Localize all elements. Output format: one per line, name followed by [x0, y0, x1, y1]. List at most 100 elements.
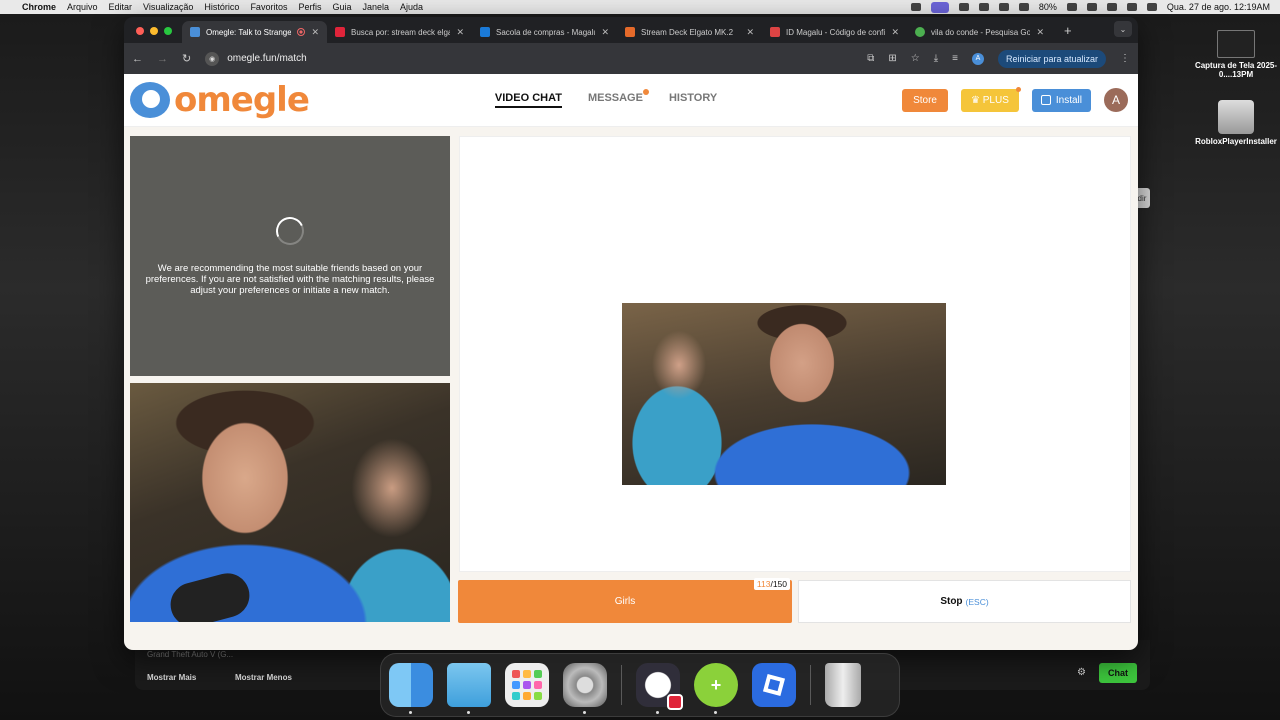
close-tab-icon[interactable]: ✕ [746, 27, 754, 38]
desktop-file-screenshot[interactable]: Captura de Tela 2025-0....13PM [1191, 30, 1280, 79]
plus-button[interactable]: ♛ PLUS [961, 86, 1021, 112]
close-tab-icon[interactable]: ✕ [456, 27, 464, 38]
wifi-icon[interactable] [1086, 3, 1097, 11]
menubar-clock[interactable]: Qua. 27 de ago. 12:19AM [1167, 2, 1270, 12]
siri-icon[interactable] [1146, 3, 1157, 11]
store-button[interactable]: Store [902, 88, 948, 112]
install-button[interactable]: Install [1031, 88, 1091, 112]
tab-omegle[interactable]: Omegle: Talk to Strangers ✕ [182, 21, 327, 43]
nav-history[interactable]: HISTORY [669, 92, 717, 108]
close-tab-icon[interactable]: ✕ [1036, 27, 1044, 38]
menu-item-editar[interactable]: Editar [109, 2, 133, 12]
kebab-menu-icon[interactable]: ⋮ [1120, 53, 1130, 64]
show-less-button[interactable]: Mostrar Menos [235, 673, 292, 682]
gear-icon[interactable]: ⚙ [1077, 667, 1086, 678]
back-arrow-icon[interactable]: ← [132, 53, 143, 65]
tab-sacola[interactable]: Sacola de compras - Magalu ✕ [472, 21, 617, 43]
address-bar[interactable]: ◉ omegle.fun/match [205, 51, 853, 66]
disk-image-icon [1218, 100, 1254, 134]
finder-icon[interactable] [389, 663, 433, 714]
close-tab-icon[interactable]: ✕ [601, 27, 609, 38]
cloud-upload-icon[interactable]: + [694, 663, 738, 714]
game-row[interactable]: Grand Theft Auto V (G... [147, 650, 233, 659]
match-girls-button[interactable]: Girls 113/150 [458, 578, 792, 623]
dock-separator [621, 665, 622, 705]
play-icon[interactable] [1018, 3, 1029, 11]
chat-button[interactable]: Chat [1099, 663, 1137, 683]
fullscreen-window-button[interactable] [164, 27, 172, 35]
window-controls [136, 27, 172, 35]
new-tab-button[interactable]: + [1064, 23, 1072, 38]
install-app-icon[interactable]: ⧉ [867, 53, 874, 64]
page-content: omegle VIDEO CHAT MESSAGE HISTORY Store … [124, 74, 1138, 650]
tab-title: vila do conde - Pesquisa Google [931, 27, 1031, 37]
tab-busca[interactable]: Busca por: stream deck elgato ✕ [327, 21, 472, 43]
dock-separator [810, 665, 811, 705]
desktop-file-roblox-installer[interactable]: RobloxPlayerInstaller [1191, 100, 1280, 146]
main-nav: VIDEO CHAT MESSAGE HISTORY [494, 89, 717, 108]
launchpad-icon[interactable] [505, 663, 549, 707]
search-icon[interactable] [1106, 3, 1117, 11]
reload-icon[interactable]: ↻ [182, 52, 191, 65]
menu-item-perfis[interactable]: Perfis [298, 2, 321, 12]
install-label: Install [1055, 94, 1082, 106]
download-icon[interactable]: ⤓ [934, 53, 938, 64]
menu-item-arquivo[interactable]: Arquivo [67, 2, 98, 12]
bookmark-star-icon[interactable]: ☆ [911, 53, 920, 64]
menu-item-ajuda[interactable]: Ajuda [400, 2, 423, 12]
control-center-icon[interactable] [1126, 3, 1137, 11]
screen-mirror-icon[interactable] [930, 1, 949, 13]
trash-icon[interactable] [825, 663, 861, 707]
url-text[interactable]: omegle.fun/match [227, 53, 307, 64]
matching-message: We are recommending the most suitable fr… [145, 262, 435, 296]
nav-message[interactable]: MESSAGE [588, 89, 649, 108]
menu-app-name[interactable]: Chrome [22, 2, 56, 12]
tab-title: Sacola de compras - Magalu [496, 27, 596, 37]
system-settings-icon[interactable] [563, 663, 607, 714]
restart-update-button[interactable]: Reiniciar para atualizar [997, 49, 1106, 68]
menu-item-favoritos[interactable]: Favoritos [250, 2, 287, 12]
status-extension-icon[interactable] [910, 3, 921, 11]
airpods-icon[interactable] [998, 3, 1009, 11]
tab-title: Stream Deck Elgato MK.2 [641, 27, 734, 37]
omegle-logo[interactable]: omegle [130, 80, 310, 120]
tab-stream-deck[interactable]: Stream Deck Elgato MK.2 ✕ [617, 21, 762, 43]
tab-id-magalu[interactable]: ID Magalu - Código de confirmação ✕ [762, 21, 907, 43]
show-more-button[interactable]: Mostrar Mais [147, 673, 196, 682]
stop-button[interactable]: Stop (ESC) [798, 580, 1131, 623]
battery-percent[interactable]: 80% [1039, 2, 1057, 12]
counter-used: 113 [756, 579, 771, 589]
partner-camera-video [622, 303, 946, 485]
obs-icon[interactable] [636, 663, 683, 714]
menu-item-guia[interactable]: Guia [332, 2, 351, 12]
user-avatar[interactable]: A [1104, 88, 1128, 112]
folder-icon[interactable] [447, 663, 491, 714]
cloud-icon[interactable] [958, 3, 969, 11]
gamepad-icon[interactable] [978, 3, 989, 11]
translate-icon[interactable]: ⊞ [888, 53, 896, 64]
stop-shortcut: (ESC) [965, 596, 989, 607]
self-camera-video [130, 383, 450, 622]
tab-google-search[interactable]: vila do conde - Pesquisa Google ✕ [907, 21, 1052, 43]
roblox-icon[interactable] [752, 663, 796, 707]
media-controls-icon[interactable]: ≡ [952, 53, 958, 64]
menu-item-janela[interactable]: Janela [362, 2, 389, 12]
site-info-icon[interactable]: ◉ [205, 51, 220, 66]
close-window-button[interactable] [136, 27, 144, 35]
close-tab-icon[interactable]: ✕ [891, 27, 899, 38]
menu-item-historico[interactable]: Histórico [204, 2, 239, 12]
battery-icon[interactable] [1066, 3, 1077, 11]
nav-video-chat[interactable]: VIDEO CHAT [494, 92, 562, 108]
forward-arrow-icon[interactable]: → [157, 53, 168, 65]
search-favicon-icon [335, 27, 345, 37]
profile-avatar[interactable]: A [971, 52, 984, 65]
menu-item-visualizacao[interactable]: Visualização [143, 2, 193, 12]
minimize-window-button[interactable] [150, 27, 158, 35]
screenshot-file-icon [1217, 30, 1255, 58]
close-tab-icon[interactable]: ✕ [311, 27, 319, 38]
running-indicator [656, 711, 659, 714]
match-counter: 113/150 [753, 578, 790, 590]
tab-search-chevron-icon[interactable]: ⌄ [1114, 21, 1132, 37]
dock: + [380, 653, 900, 717]
logo-bubble-icon [130, 82, 170, 118]
